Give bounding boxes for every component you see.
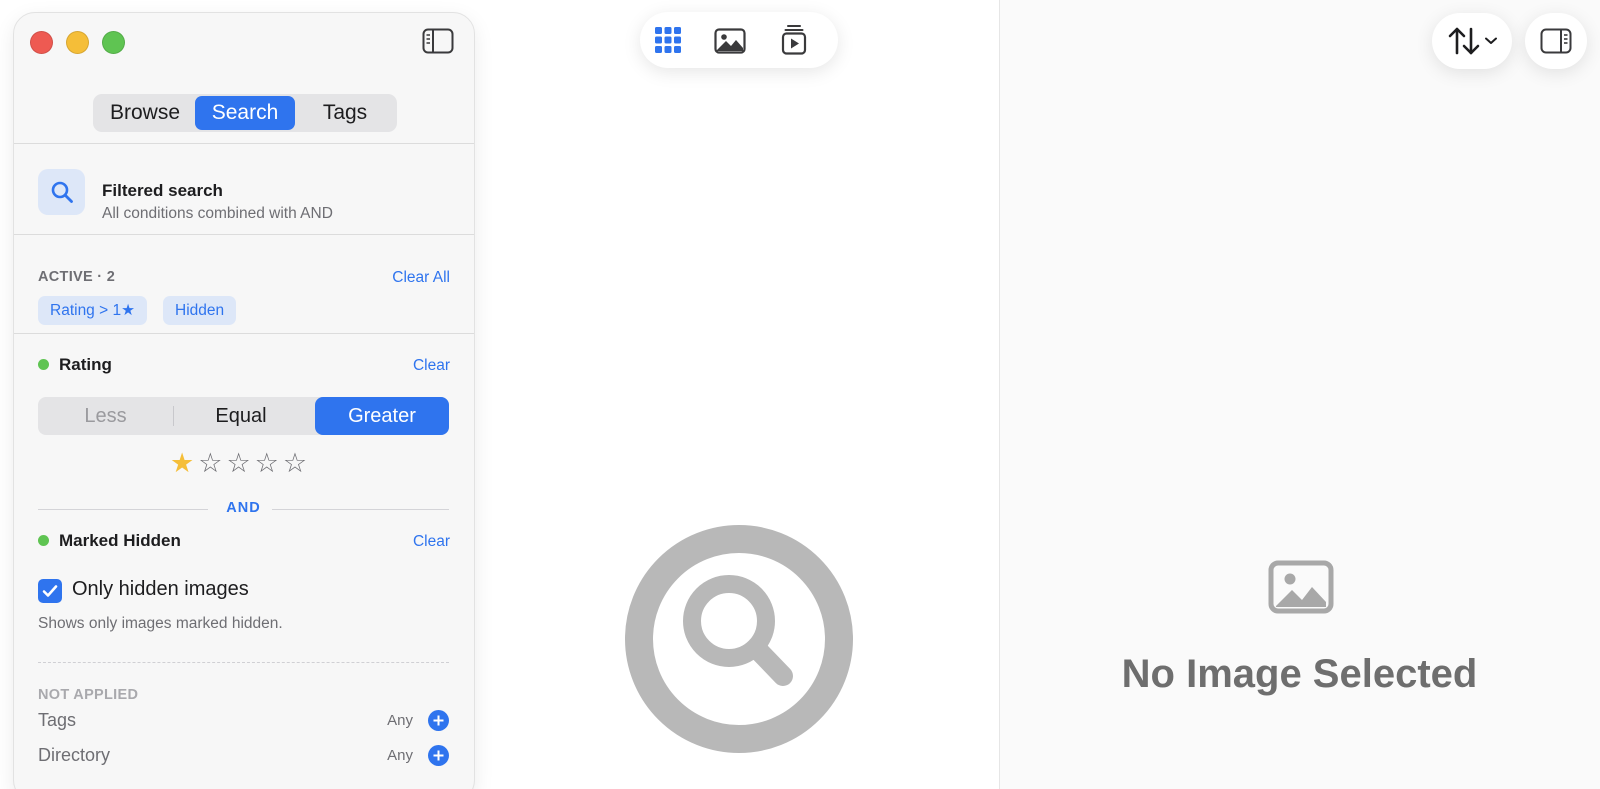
plus-icon (433, 715, 444, 726)
hidden-status-dot (38, 535, 49, 546)
slideshow-icon (781, 25, 807, 55)
no-image-photo-icon (1268, 560, 1334, 619)
empty-results-search-icon (625, 525, 853, 758)
only-hidden-checkbox[interactable] (38, 579, 62, 603)
no-image-selected-text: No Image Selected (1121, 652, 1478, 696)
and-label: AND (226, 500, 261, 516)
rating-clear-button[interactable]: Clear (413, 357, 450, 375)
add-tags-filter-button[interactable] (428, 710, 449, 731)
comparison-less[interactable]: Less (38, 397, 173, 435)
sidebar-mode-tabs: Browse Search Tags (93, 94, 397, 132)
filtered-search-subtitle: All conditions combined with AND (102, 205, 333, 222)
filtered-search-title: Filtered search (102, 181, 223, 200)
checkmark-icon (42, 585, 58, 597)
minimize-window-button[interactable] (66, 31, 89, 54)
single-image-view-button[interactable] (714, 28, 746, 59)
marked-hidden-title: Marked Hidden (59, 531, 181, 550)
view-mode-toolbar (640, 12, 838, 68)
tab-browse[interactable]: Browse (95, 96, 195, 130)
not-applied-directory-value: Any (387, 747, 413, 764)
not-applied-directory-label: Directory (38, 745, 111, 765)
star-3[interactable]: ☆ (226, 450, 250, 477)
star-2[interactable]: ☆ (198, 450, 222, 477)
chevron-down-icon (1485, 37, 1497, 44)
active-filters-label: ACTIVE · 2 (38, 269, 116, 285)
not-applied-tags-label: Tags (38, 710, 77, 730)
plus-icon (433, 750, 444, 761)
grid-view-button[interactable] (654, 26, 682, 59)
dashed-divider (38, 662, 449, 663)
divider (14, 143, 474, 144)
comparison-greater[interactable]: Greater (315, 397, 449, 435)
sidebar-toggle-icon[interactable] (422, 28, 454, 54)
tab-search[interactable]: Search (195, 96, 295, 130)
divider (14, 234, 474, 235)
close-window-button[interactable] (30, 31, 53, 54)
star-5[interactable]: ☆ (283, 450, 307, 477)
tab-tags[interactable]: Tags (295, 96, 395, 130)
comparison-equal[interactable]: Equal (174, 397, 308, 435)
search-icon (38, 169, 85, 215)
marked-hidden-clear-button[interactable]: Clear (413, 533, 450, 551)
photo-icon (714, 28, 746, 54)
sidebar: Browse Search Tags Filtered search All c… (13, 12, 475, 789)
divider (14, 333, 474, 334)
inspector-panel-icon (1540, 28, 1572, 54)
sort-arrows-icon (1448, 27, 1480, 55)
maximize-window-button[interactable] (102, 31, 125, 54)
not-applied-tags-value: Any (387, 712, 413, 729)
star-1[interactable]: ★ (170, 450, 194, 477)
rating-title: Rating (59, 355, 112, 374)
and-separator: AND (38, 500, 449, 518)
star-4[interactable]: ☆ (255, 450, 279, 477)
and-line-right (272, 509, 449, 510)
only-hidden-label[interactable]: Only hidden images (72, 578, 249, 601)
rating-status-dot (38, 359, 49, 370)
slideshow-view-button[interactable] (781, 24, 807, 61)
only-hidden-hint: Shows only images marked hidden. (38, 615, 283, 632)
grid-icon (655, 27, 681, 53)
not-applied-label: NOT APPLIED (38, 687, 139, 703)
clear-all-button[interactable]: Clear All (392, 269, 450, 287)
rating-comparison-control: Less Equal Greater (38, 397, 449, 435)
add-directory-filter-button[interactable] (428, 745, 449, 766)
sort-button[interactable] (1432, 13, 1512, 69)
inspector-toggle-button[interactable] (1525, 13, 1587, 69)
filter-chip-hidden[interactable]: Hidden (163, 296, 237, 325)
window-controls (30, 31, 125, 54)
filter-chip-rating[interactable]: Rating > 1★ (38, 296, 147, 325)
rating-stars: ★ ☆ ☆ ☆ ☆ (170, 450, 307, 477)
